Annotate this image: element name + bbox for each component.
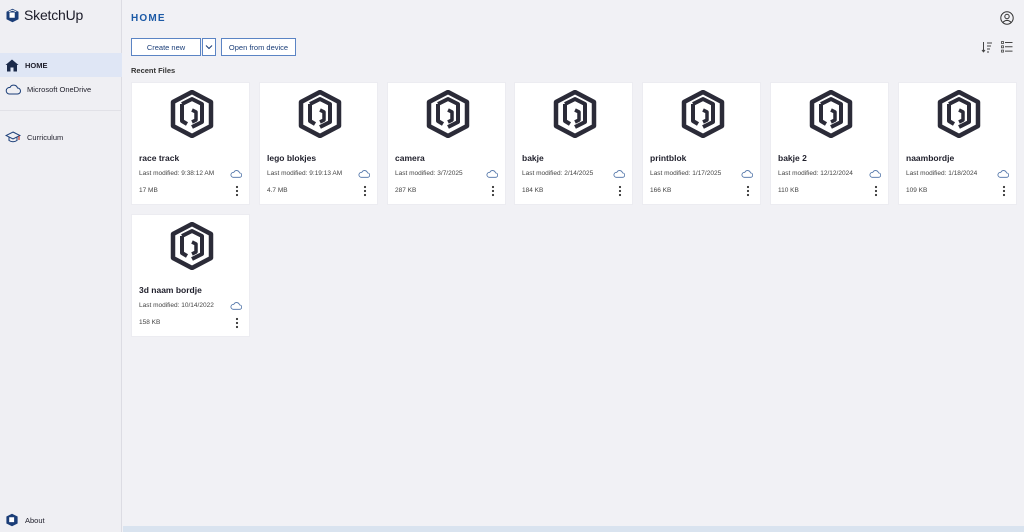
list-view-icon[interactable] [1001,41,1013,53]
sketchup-file-thumbnail-icon [298,90,342,138]
sidebar-item-label: Microsoft OneDrive [27,84,92,94]
create-new-dropdown-button[interactable] [202,38,216,56]
sketchup-file-thumbnail-icon [937,90,981,138]
file-modified: Last modified: 3/7/2025 [395,170,463,177]
file-modified: Last modified: 10/14/2022 [139,302,214,309]
file-card[interactable]: bakje Last modified: 2/14/2025 184 KB [514,82,633,205]
main-content: HOME Create new Open from device Recent … [123,0,1024,532]
cloud-icon [230,302,242,310]
file-size: 287 KB [395,187,417,194]
file-card[interactable]: printblok Last modified: 1/17/2025 166 K… [642,82,761,205]
file-size: 166 KB [650,187,672,194]
file-name: 3d naam bordje [139,285,202,295]
more-options-icon[interactable] [618,185,622,197]
file-name: lego blokjes [267,153,317,163]
file-name: race track [139,153,180,163]
more-options-icon[interactable] [363,185,367,197]
file-name: printblok [650,153,687,163]
file-modified: Last modified: 12/12/2024 [778,170,853,177]
file-card[interactable]: camera Last modified: 3/7/2025 287 KB [387,82,506,205]
home-icon [5,59,19,71]
sidebar-item-label: About [25,515,45,525]
file-name: bakje [522,153,544,163]
sidebar-item-curriculum[interactable]: Curriculum [0,125,122,149]
more-options-icon[interactable] [746,185,750,197]
file-name: naambordje [906,153,955,163]
cloud-icon [869,170,881,178]
cloud-icon [741,170,753,178]
file-card[interactable]: lego blokjes Last modified: 9:19:13 AM 4… [259,82,378,205]
file-modified: Last modified: 2/14/2025 [522,170,594,177]
chevron-down-icon [205,45,213,50]
sketchup-file-thumbnail-icon [170,222,214,270]
sketchup-logo-icon [6,513,18,527]
file-modified: Last modified: 9:19:13 AM [267,170,343,177]
sketchup-file-thumbnail-icon [170,90,214,138]
sidebar-item-home[interactable]: HOME [0,53,122,77]
file-size: 4.7 MB [267,187,288,194]
sidebar-item-label: Curriculum [27,132,64,142]
sidebar-item-onedrive[interactable]: Microsoft OneDrive [0,77,122,101]
cloud-icon [5,84,21,94]
file-size: 158 KB [139,319,161,326]
recent-files-heading: Recent Files [131,66,176,75]
file-card[interactable]: 3d naam bordje Last modified: 10/14/2022… [131,214,250,337]
file-size: 184 KB [522,187,544,194]
app-name: SketchUp [24,7,84,23]
file-card[interactable]: race track Last modified: 9:38:12 AM 17 … [131,82,250,205]
page-title: HOME [131,13,166,24]
file-modified: Last modified: 9:38:12 AM [139,170,215,177]
sort-icon[interactable] [981,41,993,53]
app-logo: SketchUp [5,6,83,24]
more-options-icon[interactable] [235,185,239,197]
more-options-icon[interactable] [491,185,495,197]
sketchup-file-thumbnail-icon [681,90,725,138]
file-card[interactable]: naambordje Last modified: 1/18/2024 109 … [898,82,1017,205]
graduation-cap-icon [5,130,21,142]
more-options-icon[interactable] [1002,185,1006,197]
sidebar-item-about[interactable]: About [0,510,122,530]
bottom-bar [123,526,1024,532]
cloud-icon [997,170,1009,178]
cloud-icon [486,170,498,178]
file-name: bakje 2 [778,153,807,163]
file-size: 109 KB [906,187,928,194]
cloud-icon [230,170,242,178]
sketchup-file-thumbnail-icon [553,90,597,138]
file-modified: Last modified: 1/17/2025 [650,170,722,177]
file-modified: Last modified: 1/18/2024 [906,170,978,177]
file-card[interactable]: bakje 2 Last modified: 12/12/2024 110 KB [770,82,889,205]
file-size: 110 KB [778,187,799,194]
create-new-button[interactable]: Create new [131,38,201,56]
open-from-device-button[interactable]: Open from device [221,38,296,56]
file-size: 17 MB [139,187,158,194]
sidebar-divider [0,110,122,111]
account-icon[interactable] [1000,11,1014,25]
file-name: camera [395,153,425,163]
sidebar-item-label: HOME [25,60,48,70]
sidebar: SketchUp HOME Microsoft OneDrive Curricu… [0,0,122,532]
more-options-icon[interactable] [874,185,878,197]
sketchup-logo-icon [6,8,19,22]
cloud-icon [613,170,625,178]
sketchup-file-thumbnail-icon [809,90,853,138]
cloud-icon [358,170,370,178]
more-options-icon[interactable] [235,317,239,329]
sketchup-file-thumbnail-icon [426,90,470,138]
